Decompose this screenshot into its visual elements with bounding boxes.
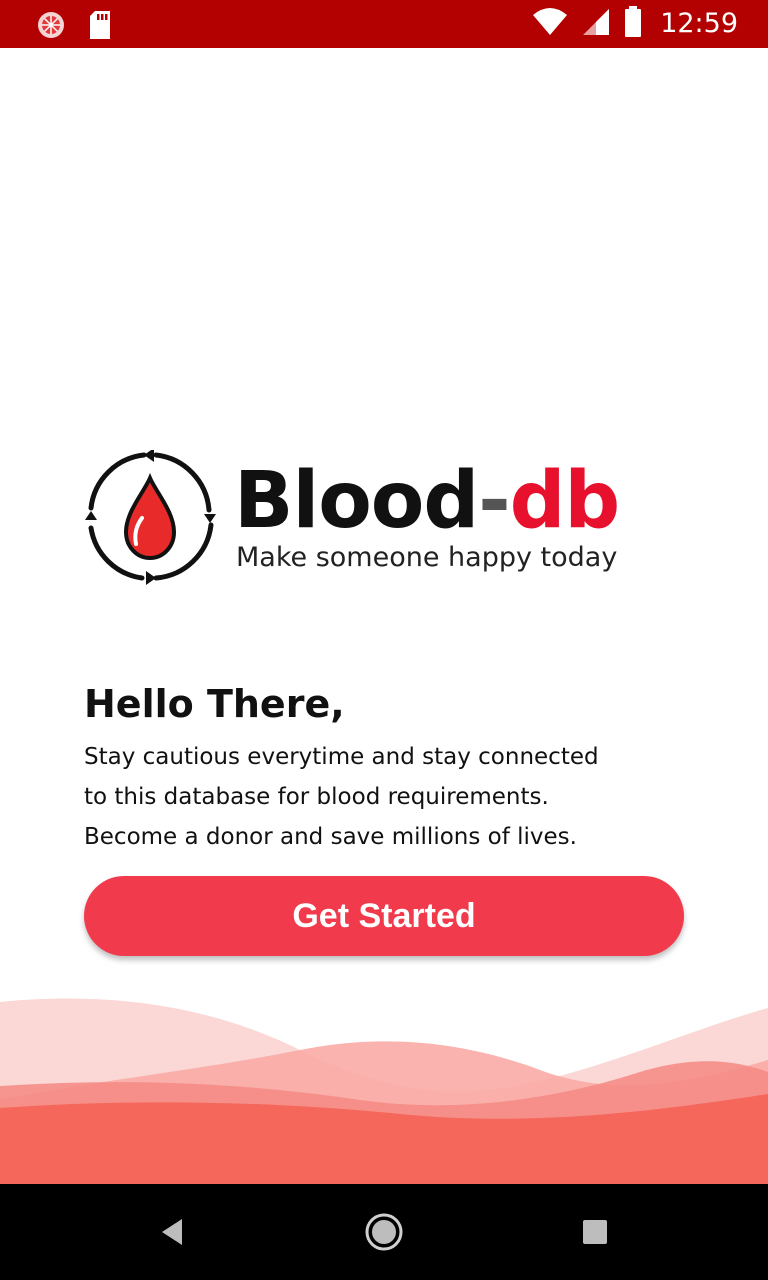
logo-tagline: Make someone happy today [236, 542, 618, 573]
logo-title-blood: Blood [234, 456, 479, 546]
greeting-line: Become a donor and save millions of live… [84, 824, 577, 850]
app-logo: Blood-db Make someone happy today [84, 448, 684, 585]
battery-icon [624, 6, 642, 42]
logo-title: Blood-db [234, 456, 621, 546]
home-icon[interactable] [356, 1204, 412, 1260]
back-icon[interactable] [144, 1204, 200, 1260]
greeting-body: Stay cautious everytime and stay connect… [84, 737, 684, 857]
greeting-line: to this database for blood requirements. [84, 784, 549, 810]
recents-icon[interactable] [567, 1204, 623, 1260]
status-bar: 12:59 [0, 0, 768, 48]
decorative-waves [0, 998, 768, 1184]
greeting-title: Hello There, [84, 682, 345, 726]
get-started-button[interactable]: Get Started [84, 876, 684, 956]
signal-icon [582, 7, 610, 41]
sd-card-icon [88, 10, 112, 44]
notification-circle-icon [36, 10, 66, 44]
navigation-bar [0, 1184, 768, 1280]
wifi-icon [532, 7, 568, 41]
status-time: 12:59 [660, 8, 738, 39]
blood-drop-cycle-icon [84, 448, 219, 589]
logo-title-separator: - [478, 456, 510, 546]
logo-title-db: db [509, 456, 621, 546]
greeting-line: Stay cautious everytime and stay connect… [84, 744, 599, 770]
